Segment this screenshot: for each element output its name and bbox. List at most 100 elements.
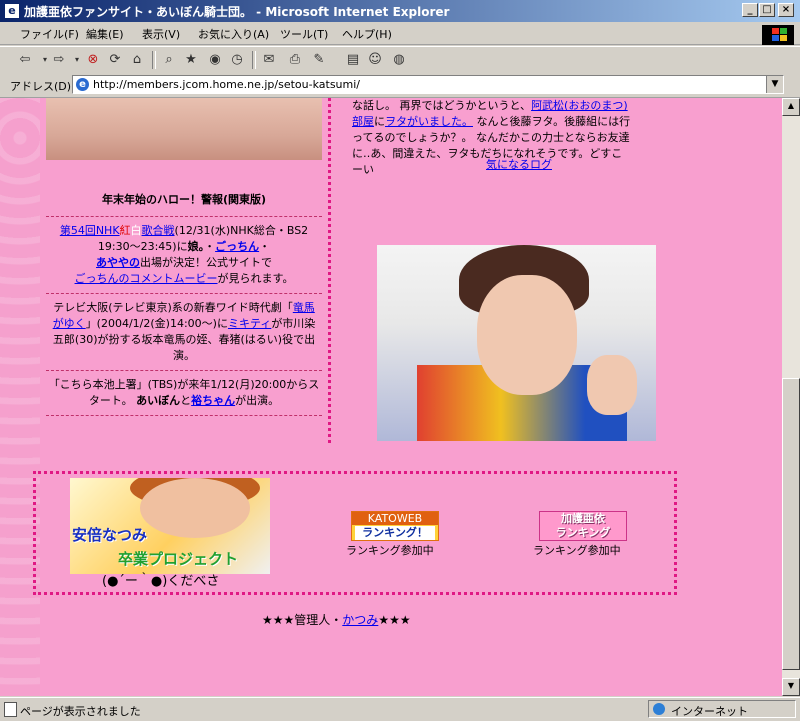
status-bar: ページが表示されました インターネット bbox=[0, 697, 800, 721]
ranking-caption: ランキング参加中 bbox=[346, 544, 434, 557]
edit-icon[interactable]: ✎ bbox=[310, 52, 328, 68]
menu-file[interactable]: ファイル(F) bbox=[20, 26, 79, 42]
address-label: アドレス(D) bbox=[10, 80, 72, 93]
mail-icon[interactable]: ✉ bbox=[260, 52, 278, 68]
banner-subtitle: 卒業プロジェクト bbox=[118, 550, 239, 568]
toolbar-separator bbox=[252, 51, 256, 69]
news-text: 」(2004/1/2(金)14:00～)に bbox=[85, 317, 228, 330]
stop-icon[interactable]: ⊗ bbox=[84, 52, 102, 68]
back-icon[interactable]: ⇦ bbox=[16, 52, 34, 68]
research-icon[interactable]: ◍ bbox=[390, 52, 408, 68]
search-icon[interactable]: ⌕ bbox=[160, 52, 178, 68]
menu-view[interactable]: 表示(V) bbox=[142, 26, 180, 42]
aibon-photo bbox=[377, 245, 656, 441]
vertical-scrollbar[interactable]: ▲ ▼ bbox=[782, 98, 800, 696]
news-column: 年末年始のハロー！警報(関東版) 第54回NHK紅白歌合戦(12/31(水)NH… bbox=[46, 188, 322, 416]
security-zone: インターネット bbox=[648, 700, 796, 718]
admin-link[interactable]: かつみ bbox=[342, 613, 378, 627]
article-text: な話し。 再界ではどうかというと、 bbox=[352, 99, 532, 112]
page-icon: e bbox=[76, 78, 89, 91]
messenger-icon[interactable]: ☺ bbox=[366, 52, 384, 68]
scroll-up-icon[interactable]: ▲ bbox=[782, 98, 800, 116]
ayaya-link[interactable]: あややの bbox=[96, 256, 140, 269]
ranking-caption: ランキング参加中 bbox=[533, 544, 621, 557]
refresh-icon[interactable]: ⟳ bbox=[106, 52, 124, 68]
news-text: ・ bbox=[204, 240, 216, 253]
red-text: 紅 bbox=[119, 224, 131, 237]
print-icon[interactable]: ⎙ bbox=[286, 52, 304, 68]
abe-natsumi-banner[interactable]: 安倍なつみ 卒業プロジェクト bbox=[70, 478, 270, 574]
kago-ranking-banner[interactable]: 加護亜依 ランキング bbox=[539, 511, 627, 541]
katoweb-ranking-banner[interactable]: KATOWEB ランキング！ bbox=[351, 511, 439, 541]
scroll-thumb[interactable] bbox=[782, 378, 800, 670]
menu-bar: ファイル(F) 編集(E) 表示(V) お気に入り(A) ツール(T) ヘルプ(… bbox=[0, 22, 800, 45]
menu-help[interactable]: ヘルプ(H) bbox=[342, 26, 392, 42]
news-text: テレビ大阪(テレビ東京)系の新春ワイド時代劇「 bbox=[53, 301, 293, 314]
toolbar-separator bbox=[152, 51, 156, 69]
aibon-text: あいぼん bbox=[136, 394, 181, 407]
news-item-kohaku: 第54回NHK紅白歌合戦(12/31(水)NHK総合・BS2 19:30～23:… bbox=[46, 216, 322, 293]
photo-hand bbox=[587, 355, 637, 415]
news-text: ・ bbox=[259, 240, 271, 253]
yuchan-link[interactable]: 裕ちゃん bbox=[191, 394, 235, 407]
menu-favorites[interactable]: お気に入り(A) bbox=[198, 26, 269, 42]
minimize-button[interactable]: _ bbox=[742, 3, 758, 17]
news-heading: 年末年始のハロー！警報(関東版) bbox=[101, 193, 267, 206]
zone-label: インターネット bbox=[671, 705, 748, 718]
home-icon[interactable]: ⌂ bbox=[128, 52, 146, 68]
close-button[interactable]: × bbox=[778, 3, 794, 17]
ranking-label: ランキング！ bbox=[355, 526, 435, 540]
globe-icon bbox=[653, 703, 665, 715]
maximize-button[interactable]: □ bbox=[759, 3, 775, 17]
admin-label: 管理人・ bbox=[294, 613, 343, 627]
banner-box: 安倍なつみ 卒業プロジェクト (●´ー｀●)くだべさ KATOWEB ランキング… bbox=[33, 471, 677, 595]
top-photo bbox=[46, 98, 322, 160]
news-text: と bbox=[180, 394, 192, 407]
ranking-label: ランキング bbox=[555, 526, 611, 539]
news-text: が出演。 bbox=[235, 394, 280, 407]
stars-decoration: ★★★ bbox=[378, 613, 411, 627]
column-divider bbox=[328, 98, 331, 443]
blog-link[interactable]: 気になるログ bbox=[486, 156, 552, 172]
footer: ★★★管理人・かつみ★★★ bbox=[262, 611, 411, 628]
scroll-down-icon[interactable]: ▼ bbox=[782, 678, 800, 696]
news-text: が見られます。 bbox=[217, 272, 294, 285]
news-text: 出場が決定！公式サイトで bbox=[140, 256, 272, 269]
address-input[interactable]: e http://members.jcom.home.ne.jp/setou-k… bbox=[72, 75, 784, 94]
article-text: に bbox=[374, 115, 385, 128]
comment-movie-link[interactable]: ごっちんのコメントムービー bbox=[75, 272, 218, 285]
menu-tools[interactable]: ツール(T) bbox=[280, 26, 328, 42]
banner-title: 安倍なつみ bbox=[72, 526, 148, 544]
title-bar: e 加護亜依ファンサイト・あいぼん騎士団。 - Microsoft Intern… bbox=[0, 0, 800, 22]
discuss-icon[interactable]: ▤ bbox=[344, 52, 362, 68]
gocchin-link[interactable]: ごっちん bbox=[215, 240, 259, 253]
windows-logo-icon bbox=[762, 25, 794, 45]
photo-face bbox=[477, 275, 577, 395]
status-text: ページが表示されました bbox=[20, 705, 141, 718]
menu-edit[interactable]: 編集(E) bbox=[86, 26, 124, 42]
news-item-ryoma: テレビ大阪(テレビ東京)系の新春ワイド時代劇「竜馬がゆく」(2004/1/2(金… bbox=[46, 293, 322, 370]
address-url[interactable]: http://members.jcom.home.ne.jp/setou-kat… bbox=[93, 78, 360, 91]
utagassen-link[interactable]: 歌合戦 bbox=[142, 224, 175, 237]
white-text: 白 bbox=[130, 224, 142, 237]
status-page-icon bbox=[4, 702, 17, 717]
history-icon[interactable]: ◷ bbox=[228, 52, 246, 68]
musume-text: 娘。 bbox=[187, 240, 205, 253]
toolbar: ⇦ ▾ ⇨ ▾ ⊗ ⟳ ⌂ ⌕ ★ ◉ ◷ ✉ ⎙ ✎ ▤ ☺ ◍ bbox=[0, 46, 800, 74]
page-viewport: な話し。 再界ではどうかというと、阿武松(おおのまつ)部屋にヲタがいました。 な… bbox=[0, 98, 782, 696]
article-link-wota[interactable]: ヲタがいました。 bbox=[385, 115, 473, 128]
flower-background bbox=[0, 98, 40, 696]
address-dropdown-icon[interactable]: ▼ bbox=[766, 76, 783, 93]
window-title: 加護亜依ファンサイト・あいぼん騎士団。 - Microsoft Internet… bbox=[24, 5, 450, 19]
banner-face bbox=[140, 478, 250, 538]
nhk-link[interactable]: 第54回NHK bbox=[60, 224, 120, 237]
forward-icon[interactable]: ⇨ bbox=[50, 52, 68, 68]
kago-label: 加護亜依 bbox=[561, 512, 605, 525]
ie-icon: e bbox=[4, 3, 20, 19]
mikitty-link[interactable]: ミキティ bbox=[228, 317, 271, 330]
media-icon[interactable]: ◉ bbox=[206, 52, 224, 68]
address-bar: アドレス(D) e http://members.jcom.home.ne.jp… bbox=[0, 73, 800, 98]
kaomoji-text: (●´ー｀●)くだべさ bbox=[102, 574, 220, 589]
favorites-icon[interactable]: ★ bbox=[182, 52, 200, 68]
katoweb-label: KATOWEB bbox=[352, 512, 438, 525]
